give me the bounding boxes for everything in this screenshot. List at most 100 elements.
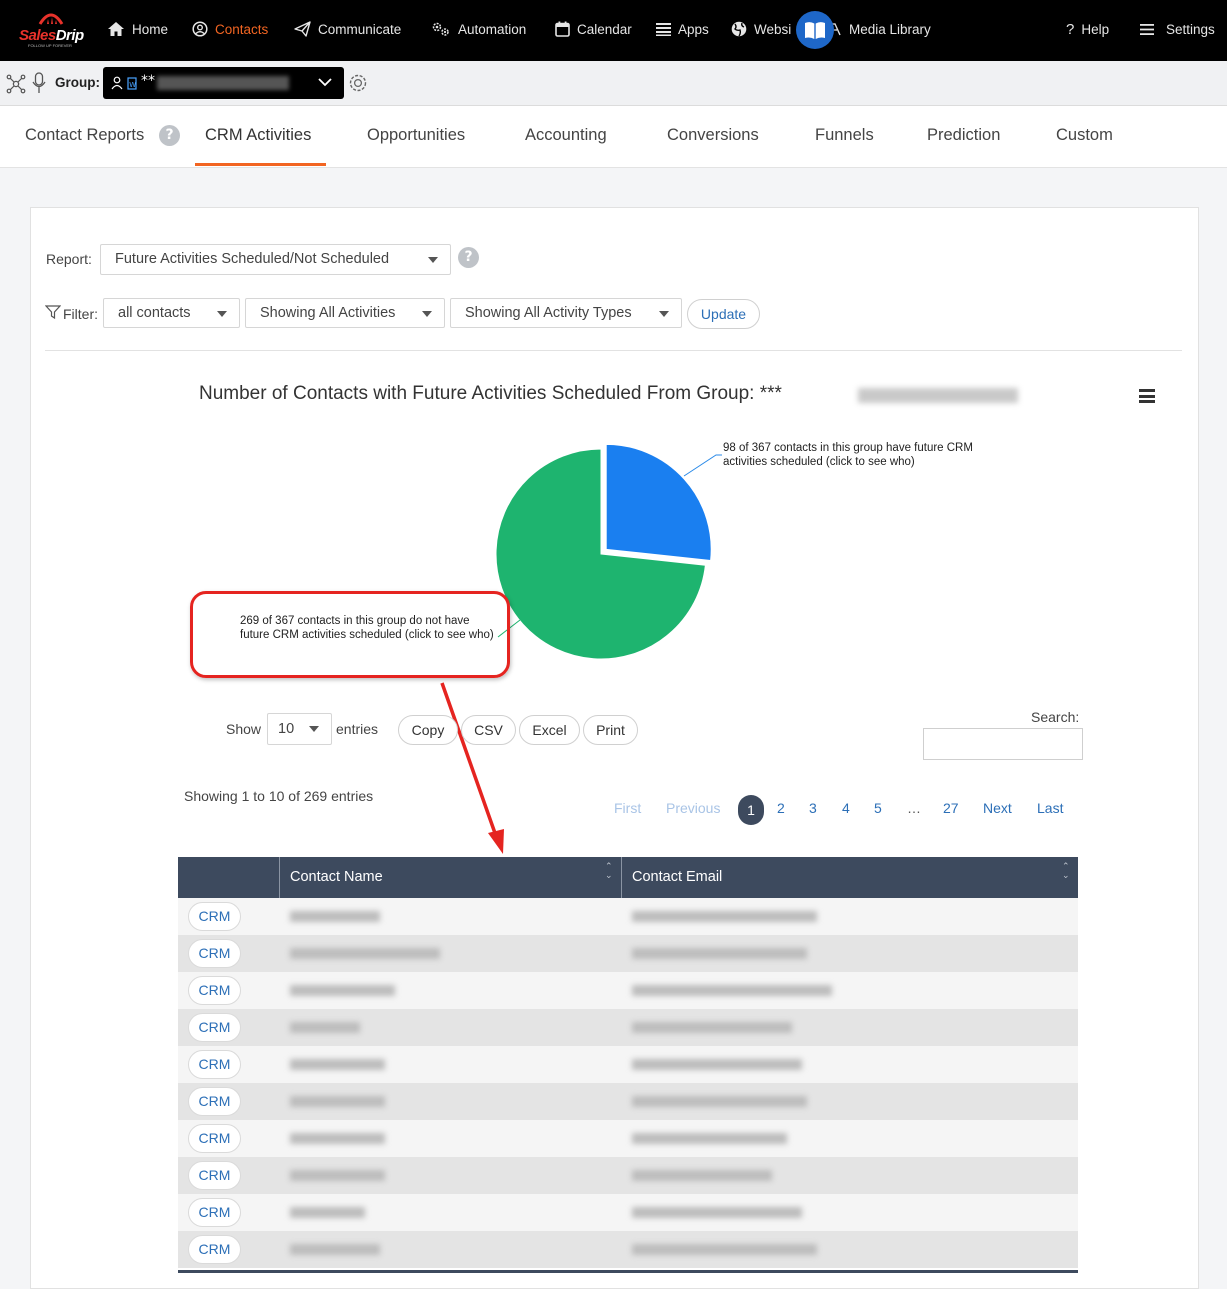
pagination-ellipsis: … — [907, 800, 921, 816]
tab-conversions-label: Conversions — [667, 126, 759, 144]
svg-text:W: W — [129, 81, 136, 89]
nav-automation[interactable]: Automation — [431, 18, 526, 40]
entries-select-value: 10 — [278, 721, 295, 737]
tab-conversions[interactable]: Conversions — [667, 126, 759, 145]
nav-calendar[interactable]: Calendar — [555, 18, 632, 40]
pagination-next[interactable]: Next — [983, 800, 1012, 816]
nav-media-library[interactable]: Media Library — [826, 18, 931, 40]
contact-name-redacted[interactable] — [290, 1170, 385, 1181]
crm-button[interactable]: CRM — [188, 1161, 241, 1190]
print-button[interactable]: Print — [583, 715, 638, 745]
tab-prediction[interactable]: Prediction — [927, 126, 1000, 145]
pie-label-not-scheduled[interactable]: 269 of 367 contacts in this group do not… — [240, 614, 502, 642]
chart-menu-icon[interactable] — [1139, 389, 1155, 403]
gears-icon — [432, 22, 449, 36]
contact-email-redacted — [632, 1170, 772, 1181]
csv-button[interactable]: CSV — [461, 715, 516, 745]
nav-contacts[interactable]: Contacts — [192, 18, 268, 40]
group-select[interactable]: W ** — [103, 67, 344, 99]
pagination-page-27[interactable]: 27 — [943, 800, 959, 816]
contact-name-redacted[interactable] — [290, 1133, 385, 1144]
contact-email-redacted — [632, 911, 817, 922]
copy-button[interactable]: Copy — [398, 715, 458, 745]
network-icon[interactable] — [6, 74, 26, 94]
nav-home[interactable]: Home — [107, 18, 168, 40]
nav-home-label: Home — [132, 21, 169, 37]
top-navbar: SalesDrip FOLLOW UP FOREVER Home Contact… — [0, 0, 1227, 61]
entries-select[interactable]: 10 — [267, 713, 332, 745]
list-icon — [656, 23, 671, 36]
gear-icon[interactable] — [347, 72, 369, 94]
contact-name-redacted[interactable] — [290, 985, 395, 996]
activity-types-filter-select[interactable]: Showing All Activity Types — [450, 298, 682, 328]
report-tabs: Contact Reports ? CRM Activities Opportu… — [0, 106, 1227, 168]
sort-icon[interactable]: ⌃ ⌄ — [1062, 863, 1070, 881]
microphone-icon[interactable] — [32, 72, 46, 94]
crm-button[interactable]: CRM — [188, 1013, 241, 1042]
tab-contact-reports[interactable]: Contact Reports — [25, 126, 144, 145]
caret-down-icon — [309, 726, 319, 732]
logo-text-white: Drip — [55, 27, 85, 44]
pagination-page-2[interactable]: 2 — [777, 800, 785, 816]
table-header: Contact Name ⌃ ⌄ Contact Email ⌃ ⌄ — [178, 857, 1078, 898]
crm-button[interactable]: CRM — [188, 1050, 241, 1079]
tab-crm-activities[interactable]: CRM Activities — [205, 126, 311, 145]
report-select[interactable]: Future Activities Scheduled/Not Schedule… — [100, 244, 451, 275]
table-row: CRM — [178, 1009, 1078, 1046]
tab-custom[interactable]: Custom — [1056, 126, 1113, 145]
report-help-icon[interactable]: ? — [458, 247, 479, 268]
contact-name-redacted[interactable] — [290, 1207, 365, 1218]
contact-name-redacted[interactable] — [290, 1244, 380, 1255]
pagination-previous[interactable]: Previous — [666, 800, 720, 816]
question-icon: ? — [1066, 20, 1075, 38]
group-type-icons: W — [111, 76, 137, 90]
pie-slice-scheduled[interactable] — [605, 443, 712, 562]
crm-button[interactable]: CRM — [188, 1198, 241, 1227]
table-row: CRM — [178, 1231, 1078, 1268]
contact-reports-help-icon[interactable]: ? — [159, 125, 180, 146]
nav-apps[interactable]: Apps — [656, 18, 709, 40]
nav-help[interactable]: ? Help — [1066, 18, 1109, 40]
contact-email-redacted — [632, 1059, 802, 1070]
tab-opportunities[interactable]: Opportunities — [367, 126, 465, 145]
column-header-contact-email[interactable]: Contact Email — [632, 869, 722, 885]
pagination-page-4[interactable]: 4 — [842, 800, 850, 816]
nav-apps-label: Apps — [678, 21, 709, 37]
crm-button[interactable]: CRM — [188, 976, 241, 1005]
nav-website[interactable]: Websi — [731, 18, 791, 40]
pagination-last[interactable]: Last — [1037, 800, 1063, 816]
search-input[interactable] — [923, 728, 1083, 760]
crm-button[interactable]: CRM — [188, 939, 241, 968]
knowledge-base-button[interactable] — [796, 11, 834, 49]
column-separator — [279, 857, 280, 898]
column-header-contact-name[interactable]: Contact Name — [290, 869, 383, 885]
update-button[interactable]: Update — [687, 299, 760, 329]
nav-communicate[interactable]: Communicate — [294, 18, 401, 40]
contact-name-redacted[interactable] — [290, 1022, 360, 1033]
pagination-page-3[interactable]: 3 — [809, 800, 817, 816]
crm-button[interactable]: CRM — [188, 902, 241, 931]
contact-name-redacted[interactable] — [290, 948, 440, 959]
contact-name-redacted[interactable] — [290, 1059, 385, 1070]
sort-icon[interactable]: ⌃ ⌄ — [605, 863, 613, 881]
pagination-page-5[interactable]: 5 — [874, 800, 882, 816]
excel-button[interactable]: Excel — [519, 715, 580, 745]
crm-button[interactable]: CRM — [188, 1124, 241, 1153]
activities-filter-select[interactable]: Showing All Activities — [245, 298, 445, 328]
filter-divider — [45, 350, 1182, 351]
tab-accounting[interactable]: Accounting — [525, 126, 607, 145]
report-select-value: Future Activities Scheduled/Not Schedule… — [115, 251, 390, 267]
pagination-first[interactable]: First — [614, 800, 641, 816]
contact-name-redacted[interactable] — [290, 1096, 385, 1107]
table-row: CRM — [178, 898, 1078, 935]
crm-button[interactable]: CRM — [188, 1087, 241, 1116]
pagination-page-1[interactable]: 1 — [738, 795, 764, 825]
contacts-filter-select[interactable]: all contacts — [103, 298, 240, 328]
tab-funnels[interactable]: Funnels — [815, 126, 874, 145]
contact-name-redacted[interactable] — [290, 911, 380, 922]
caret-down-icon — [422, 311, 432, 317]
crm-button[interactable]: CRM — [188, 1235, 241, 1264]
salesdrip-logo[interactable]: SalesDrip FOLLOW UP FOREVER — [16, 10, 86, 50]
pie-label-scheduled[interactable]: 98 of 367 contacts in this group have fu… — [723, 441, 983, 469]
nav-settings[interactable]: Settings — [1140, 18, 1215, 40]
